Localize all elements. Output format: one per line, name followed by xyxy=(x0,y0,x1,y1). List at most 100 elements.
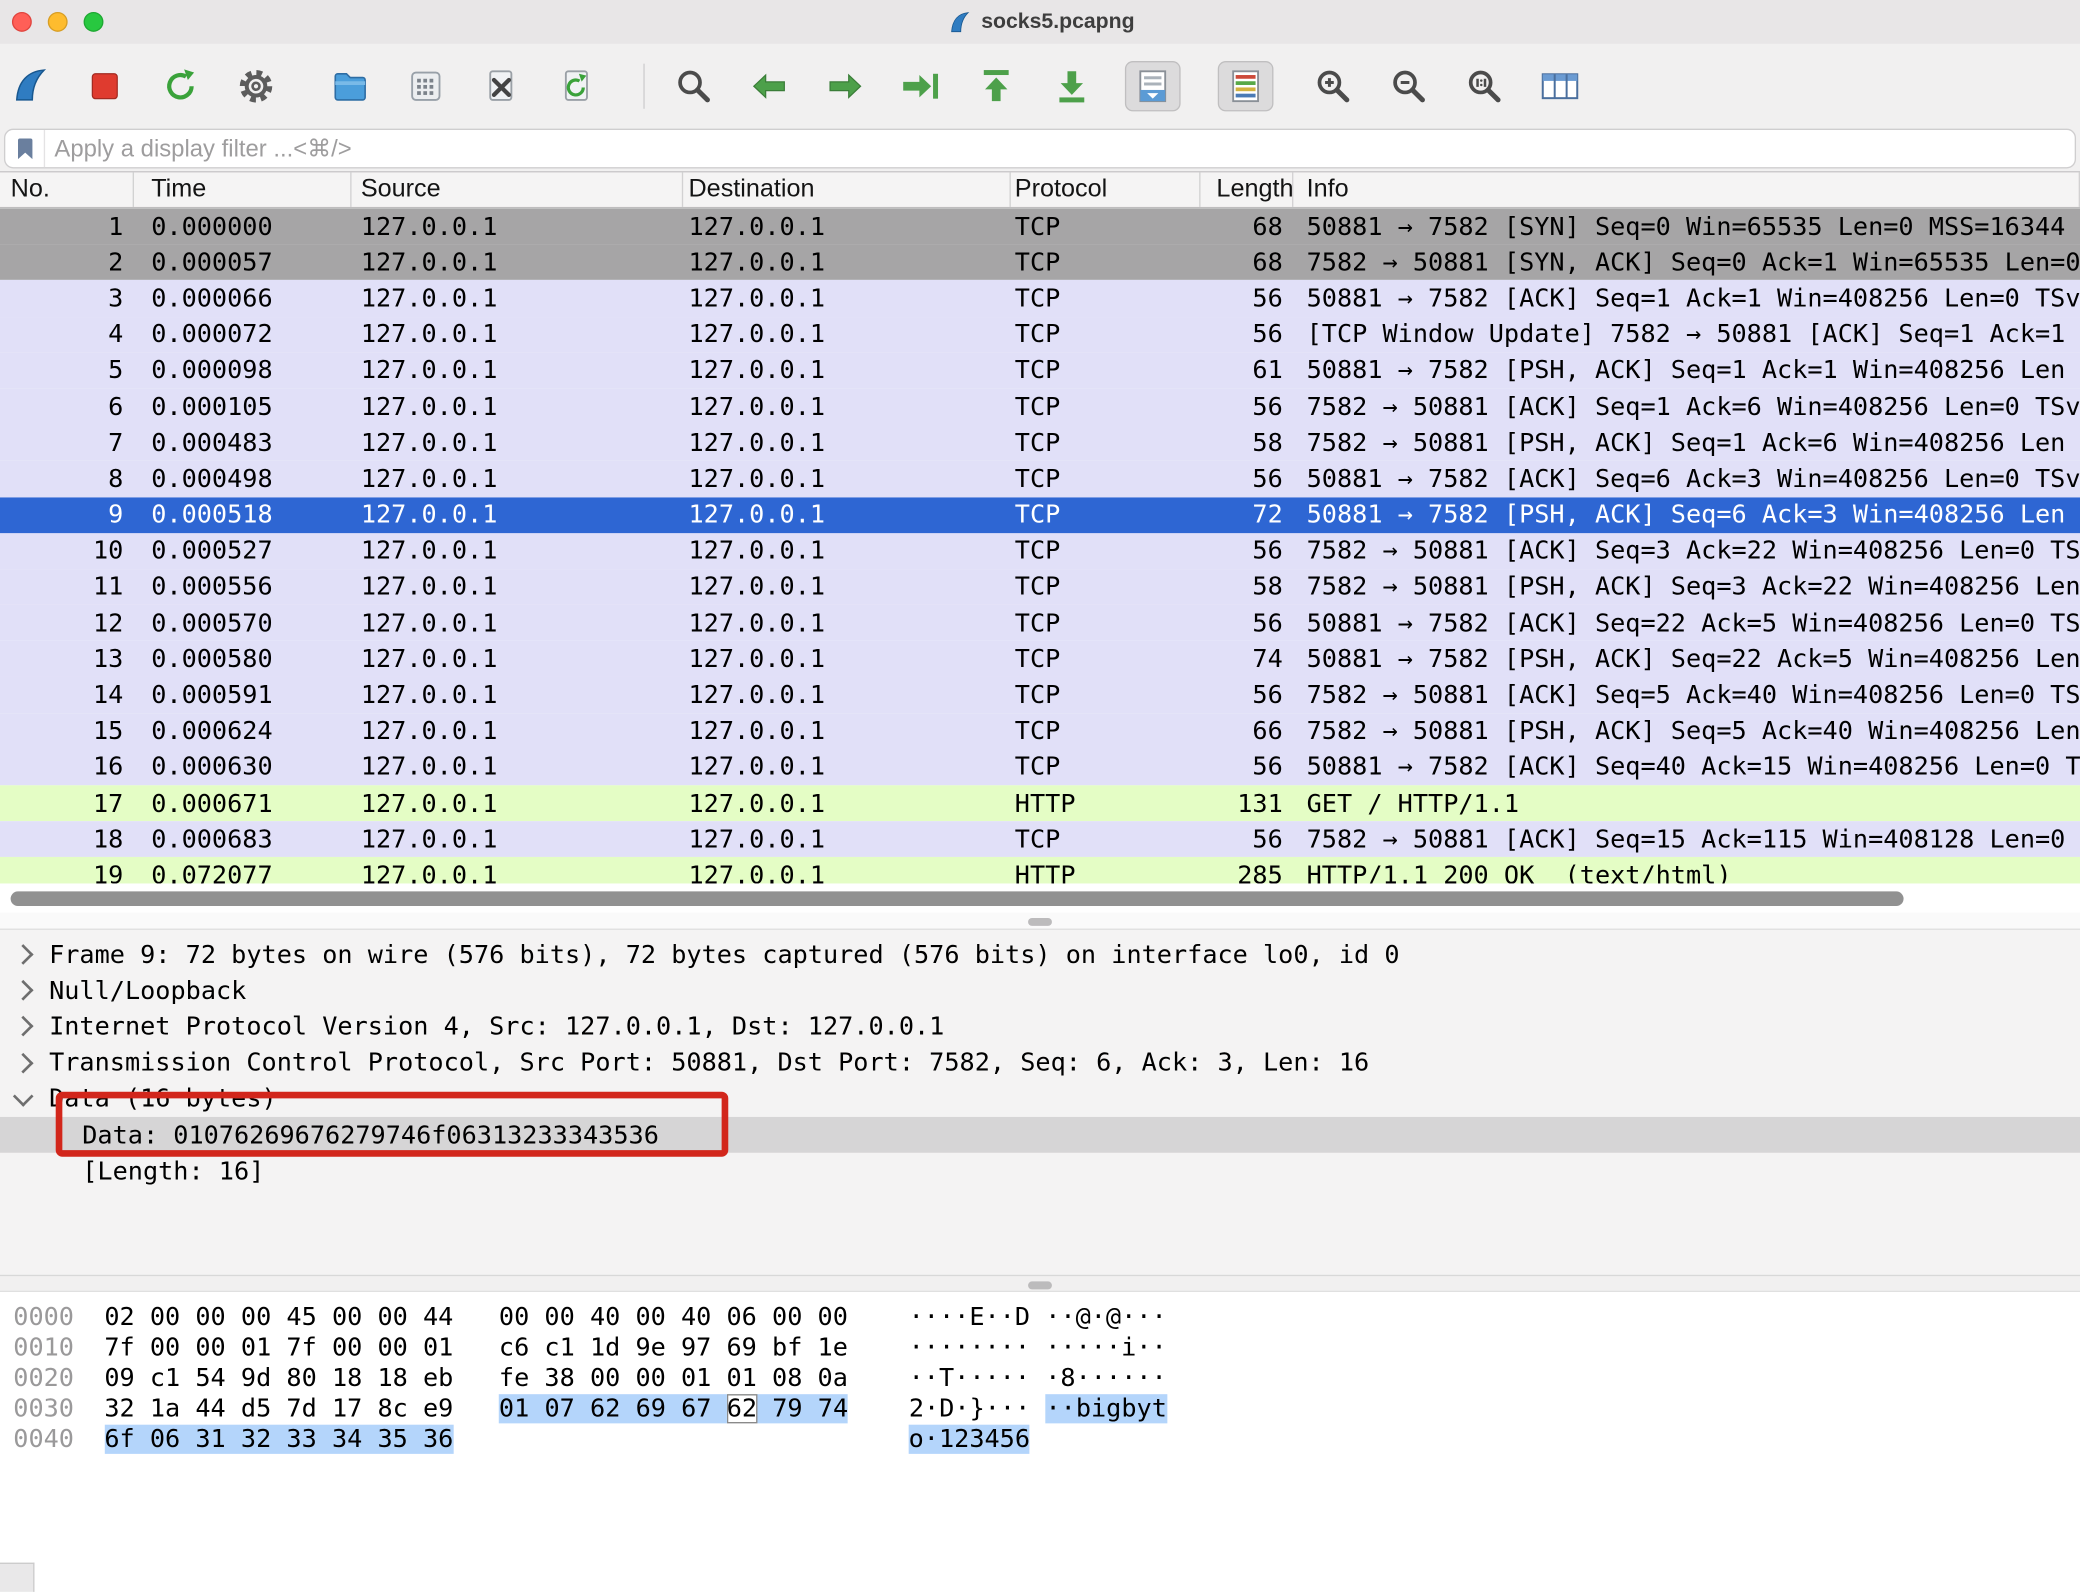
column-header-time[interactable]: Time xyxy=(134,172,352,206)
close-window-button[interactable] xyxy=(12,12,32,32)
restart-capture-button[interactable] xyxy=(158,63,203,108)
packet-row-11[interactable]: 110.000556127.0.0.1127.0.0.1TCP587582 → … xyxy=(0,569,2080,605)
column-header-length[interactable]: Length xyxy=(1201,172,1294,206)
column-header-info[interactable]: Info xyxy=(1293,172,2080,206)
cell-src: 127.0.0.1 xyxy=(352,749,684,785)
close-file-button[interactable] xyxy=(479,63,524,108)
packet-row-10[interactable]: 100.000527127.0.0.1127.0.0.1TCP567582 → … xyxy=(0,533,2080,569)
go-forward-button[interactable] xyxy=(822,63,867,108)
go-back-button[interactable] xyxy=(747,63,792,108)
hex-seg-a1[interactable]: ····E··D xyxy=(909,1303,1030,1332)
hex-seg-g2[interactable]: fe 38 00 00 01 01 08 0a xyxy=(499,1364,848,1393)
hex-seg-a2[interactable]: ··bigbyt xyxy=(1045,1395,1166,1424)
detail-line[interactable]: Data: 01076269676279746f06313233343536 xyxy=(0,1117,2080,1153)
packet-row-5[interactable]: 50.000098127.0.0.1127.0.0.1TCP6150881 → … xyxy=(0,353,2080,389)
packet-row-18[interactable]: 180.000683127.0.0.1127.0.0.1TCP567582 → … xyxy=(0,821,2080,857)
packet-row-15[interactable]: 150.000624127.0.0.1127.0.0.1TCP667582 → … xyxy=(0,713,2080,749)
pane-splitter-top[interactable] xyxy=(0,913,2080,930)
packet-row-13[interactable]: 130.000580127.0.0.1127.0.0.1TCP7450881 →… xyxy=(0,641,2080,677)
hex-seg-g1[interactable]: 7f 00 00 01 7f 00 00 01 xyxy=(104,1333,453,1362)
cell-dst: 127.0.0.1 xyxy=(683,857,1011,883)
display-filter-input[interactable] xyxy=(45,130,2075,167)
chevron-right-icon[interactable] xyxy=(13,944,34,965)
chevron-down-icon[interactable] xyxy=(13,1086,34,1107)
zoom-original-button[interactable] xyxy=(1462,63,1507,108)
cell-dst: 127.0.0.1 xyxy=(683,785,1011,821)
packet-row-12[interactable]: 120.000570127.0.0.1127.0.0.1TCP5650881 →… xyxy=(0,605,2080,641)
splitter-handle-icon[interactable] xyxy=(1028,1281,1052,1289)
filter-bookmark-button[interactable] xyxy=(5,130,45,167)
packet-row-4[interactable]: 40.000072127.0.0.1127.0.0.1TCP56[TCP Win… xyxy=(0,316,2080,352)
hex-seg-g2[interactable] xyxy=(499,1425,848,1454)
column-header-source[interactable]: Source xyxy=(352,172,684,206)
cell-src: 127.0.0.1 xyxy=(352,857,684,883)
splitter-handle-icon[interactable] xyxy=(1028,918,1052,926)
hex-seg-g2[interactable]: 00 00 40 00 40 06 00 00 xyxy=(499,1303,848,1332)
hex-seg-g1[interactable]: 32 1a 44 d5 7d 17 8c e9 xyxy=(104,1395,453,1424)
hex-row-0030[interactable]: 0030 32 1a 44 d5 7d 17 8c e9 01 07 62 69… xyxy=(13,1395,2080,1426)
packet-row-7[interactable]: 70.000483127.0.0.1127.0.0.1TCP587582 → 5… xyxy=(0,425,2080,461)
cell-no: 8 xyxy=(0,461,134,497)
packet-row-19[interactable]: 190.072077127.0.0.1127.0.0.1HTTP285HTTP/… xyxy=(0,857,2080,883)
hex-seg-g2[interactable]: c6 c1 1d 9e 97 69 bf 1e xyxy=(499,1333,848,1362)
hex-seg-a1[interactable]: ··T····· xyxy=(909,1364,1030,1393)
packet-row-9[interactable]: 90.000518127.0.0.1127.0.0.1TCP7250881 → … xyxy=(0,497,2080,533)
hex-seg-a2[interactable]: ·8······ xyxy=(1045,1364,1166,1393)
hex-seg-g2[interactable]: 01 07 62 69 67 62 79 74 xyxy=(499,1395,848,1424)
hex-seg-a2[interactable]: ·····i·· xyxy=(1045,1333,1166,1362)
hex-seg-g1[interactable]: 6f 06 31 32 33 34 35 36 xyxy=(104,1425,453,1454)
cell-no: 15 xyxy=(0,713,134,749)
minimize-window-button[interactable] xyxy=(48,12,68,32)
hex-seg-a2[interactable]: ··@·@··· xyxy=(1045,1303,1166,1332)
resize-columns-button[interactable] xyxy=(1537,63,1582,108)
detail-line[interactable]: Internet Protocol Version 4, Src: 127.0.… xyxy=(0,1009,2080,1045)
save-file-button[interactable] xyxy=(403,63,448,108)
hex-seg-g1[interactable]: 02 00 00 00 45 00 00 44 xyxy=(104,1303,453,1332)
auto-scroll-button[interactable] xyxy=(1125,60,1181,110)
packet-row-17[interactable]: 170.000671127.0.0.1127.0.0.1HTTP131GET /… xyxy=(0,785,2080,821)
go-to-packet-button[interactable] xyxy=(898,63,943,108)
horizontal-scrollbar-thumb[interactable] xyxy=(11,891,1904,906)
go-first-packet-button[interactable] xyxy=(974,63,1019,108)
hex-row-0020[interactable]: 0020 09 c1 54 9d 80 18 18 eb fe 38 00 00… xyxy=(13,1364,2080,1395)
hex-seg-a1[interactable]: ········ xyxy=(909,1333,1030,1362)
detail-line[interactable]: Null/Loopback xyxy=(0,973,2080,1009)
hex-row-0000[interactable]: 0000 02 00 00 00 45 00 00 44 00 00 40 00… xyxy=(13,1303,2080,1334)
packet-row-3[interactable]: 30.000066127.0.0.1127.0.0.1TCP5650881 → … xyxy=(0,280,2080,316)
chevron-right-icon[interactable] xyxy=(13,980,34,1001)
open-file-button[interactable] xyxy=(328,63,373,108)
detail-line[interactable]: [Length: 16] xyxy=(0,1153,2080,1189)
stop-capture-button[interactable] xyxy=(82,63,127,108)
detail-line[interactable]: Frame 9: 72 bytes on wire (576 bits), 72… xyxy=(0,937,2080,973)
zoom-out-button[interactable] xyxy=(1386,63,1431,108)
hex-row-0040[interactable]: 0040 6f 06 31 32 33 34 35 36 o·123456 xyxy=(13,1425,2080,1456)
packet-row-2[interactable]: 20.000057127.0.0.1127.0.0.1TCP687582 → 5… xyxy=(0,244,2080,280)
reload-file-button[interactable] xyxy=(554,63,599,108)
packet-row-8[interactable]: 80.000498127.0.0.1127.0.0.1TCP5650881 → … xyxy=(0,461,2080,497)
zoom-window-button[interactable] xyxy=(84,12,104,32)
detail-line[interactable]: Transmission Control Protocol, Src Port:… xyxy=(0,1045,2080,1081)
cell-len: 285 xyxy=(1201,857,1294,883)
hex-seg-a1[interactable]: o·123456 xyxy=(909,1425,1030,1454)
go-last-packet-button[interactable] xyxy=(1049,63,1094,108)
packet-row-14[interactable]: 140.000591127.0.0.1127.0.0.1TCP567582 → … xyxy=(0,677,2080,713)
hex-seg-a1[interactable]: 2·D·}··· xyxy=(909,1395,1030,1424)
packet-row-1[interactable]: 10.000000127.0.0.1127.0.0.1TCP6850881 → … xyxy=(0,208,2080,244)
column-header-no[interactable]: No. xyxy=(0,172,134,206)
hex-seg-g1[interactable]: 09 c1 54 9d 80 18 18 eb xyxy=(104,1364,453,1393)
column-header-protocol[interactable]: Protocol xyxy=(1011,172,1201,206)
colorize-button[interactable] xyxy=(1218,60,1274,110)
zoom-out-icon xyxy=(1389,66,1429,106)
hex-row-0010[interactable]: 0010 7f 00 00 01 7f 00 00 01 c6 c1 1d 9e… xyxy=(13,1333,2080,1364)
find-packet-button[interactable] xyxy=(671,63,716,108)
chevron-right-icon[interactable] xyxy=(13,1016,34,1037)
detail-line[interactable]: Data (16 bytes) xyxy=(0,1081,2080,1117)
chevron-right-icon[interactable] xyxy=(13,1052,34,1073)
zoom-in-button[interactable] xyxy=(1311,63,1356,108)
capture-options-button[interactable] xyxy=(233,63,278,108)
start-capture-button[interactable] xyxy=(7,63,52,108)
pane-splitter-bottom[interactable] xyxy=(0,1275,2080,1292)
packet-row-6[interactable]: 60.000105127.0.0.1127.0.0.1TCP567582 → 5… xyxy=(0,389,2080,425)
column-header-destination[interactable]: Destination xyxy=(683,172,1011,206)
packet-row-16[interactable]: 160.000630127.0.0.1127.0.0.1TCP5650881 →… xyxy=(0,749,2080,785)
